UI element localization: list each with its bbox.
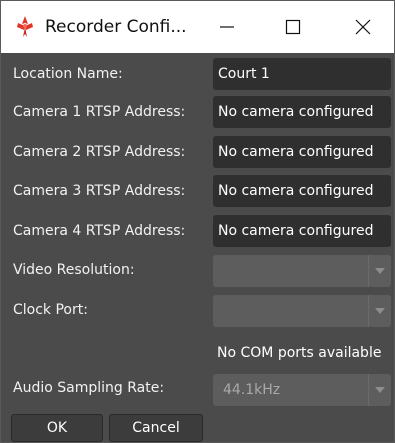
video-resolution-dropdown-button[interactable]	[368, 255, 391, 287]
window-title: Recorder Confi...	[45, 17, 187, 37]
chevron-down-icon	[375, 268, 385, 274]
clock-port-select[interactable]	[213, 295, 391, 327]
form-body: Location Name: Court 1 Camera 1 RTSP Add…	[1, 53, 394, 442]
close-icon	[355, 19, 371, 35]
camera4-rtsp-input[interactable]: No camera configured	[213, 215, 391, 247]
camera1-rtsp-input[interactable]: No camera configured	[213, 96, 391, 128]
camera2-rtsp-input[interactable]: No camera configured	[213, 136, 391, 168]
audio-sampling-rate-value: 44.1kHz	[223, 382, 281, 398]
minimize-button[interactable]	[197, 1, 257, 53]
chevron-down-icon	[375, 387, 385, 393]
camera4-rtsp-label: Camera 4 RTSP Address:	[13, 223, 186, 239]
minimize-icon	[220, 26, 234, 28]
location-name-label: Location Name:	[13, 66, 123, 82]
camera2-rtsp-label: Camera 2 RTSP Address:	[13, 144, 186, 160]
app-icon	[17, 16, 33, 37]
location-name-input[interactable]: Court 1	[213, 58, 391, 90]
video-resolution-label: Video Resolution:	[13, 262, 135, 278]
title-bar[interactable]: Recorder Confi...	[1, 1, 394, 53]
audio-sampling-rate-select[interactable]: 44.1kHz	[213, 374, 391, 406]
ok-button[interactable]: OK	[11, 414, 103, 442]
maximize-icon	[285, 19, 301, 35]
chevron-down-icon	[375, 308, 385, 314]
audio-sampling-rate-dropdown-button[interactable]	[368, 374, 391, 406]
video-resolution-select[interactable]	[213, 255, 391, 287]
cancel-button[interactable]: Cancel	[109, 414, 203, 442]
clock-port-status-note: No COM ports available	[217, 345, 382, 361]
recorder-config-window: Recorder Confi... Location Name: Court 1…	[0, 0, 395, 443]
camera3-rtsp-label: Camera 3 RTSP Address:	[13, 183, 186, 199]
camera3-rtsp-input[interactable]: No camera configured	[213, 175, 391, 207]
audio-sampling-rate-label: Audio Sampling Rate:	[13, 380, 165, 396]
clock-port-dropdown-button[interactable]	[368, 295, 391, 327]
camera1-rtsp-label: Camera 1 RTSP Address:	[13, 104, 186, 120]
maximize-button[interactable]	[263, 1, 323, 53]
close-button[interactable]	[333, 1, 393, 53]
clock-port-label: Clock Port:	[13, 302, 88, 318]
